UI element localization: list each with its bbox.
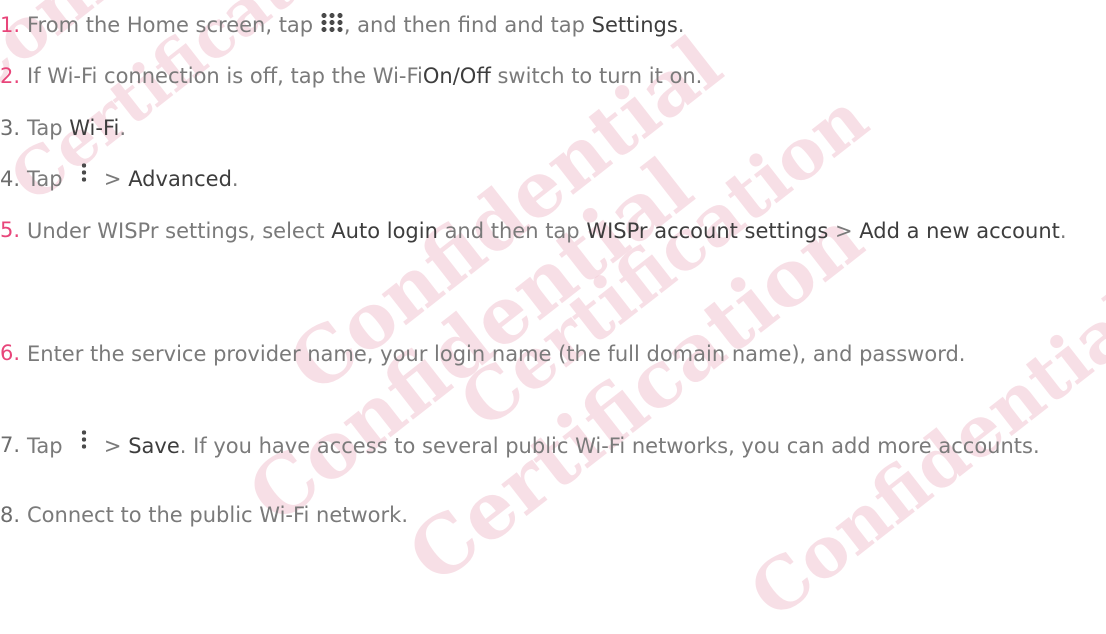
- step-number: 3.: [0, 116, 21, 140]
- step-text: From the Home screen, tap , and then fin…: [27, 12, 685, 37]
- step-text: Enter the service provider name, your lo…: [27, 342, 966, 366]
- step-number: 8.: [0, 503, 21, 527]
- step-number: 1.: [0, 13, 21, 37]
- step-number: 6.: [0, 341, 21, 365]
- step-number: 2.: [0, 64, 21, 88]
- more-options-icon: [79, 162, 90, 184]
- ui-label-wispr-account-settings: WISPr account settings: [586, 219, 829, 243]
- step-number: 5.: [0, 218, 21, 242]
- step-text: Connect to the public Wi-Fi network.: [27, 503, 408, 527]
- ui-label-advanced: Advanced: [128, 167, 232, 191]
- step-number: 7.: [0, 433, 21, 457]
- step-text: If Wi-Fi connection is off, tap the Wi-F…: [27, 64, 703, 88]
- step-text: Tap > Advanced.: [27, 162, 1097, 196]
- step-text: Under WISPr settings, select Auto login …: [27, 219, 1067, 243]
- ui-label-auto-login: Auto login: [331, 219, 438, 243]
- ui-label-settings: Settings: [591, 13, 678, 37]
- ui-label-save: Save: [128, 434, 180, 458]
- ui-label-add-new-account: Add a new account: [859, 219, 1060, 243]
- step-text: Tap Wi-Fi.: [27, 116, 127, 140]
- watermark-text: Certification: [391, 192, 880, 602]
- more-options-icon: [79, 429, 90, 451]
- step-number: 4.: [0, 167, 21, 191]
- step-text: Tap > Save. If you have access to severa…: [27, 428, 1097, 464]
- all-apps-grid-icon: [319, 12, 344, 34]
- ui-label-wifi: Wi-Fi: [69, 116, 120, 140]
- ui-label-on-off: On/Off: [422, 64, 491, 88]
